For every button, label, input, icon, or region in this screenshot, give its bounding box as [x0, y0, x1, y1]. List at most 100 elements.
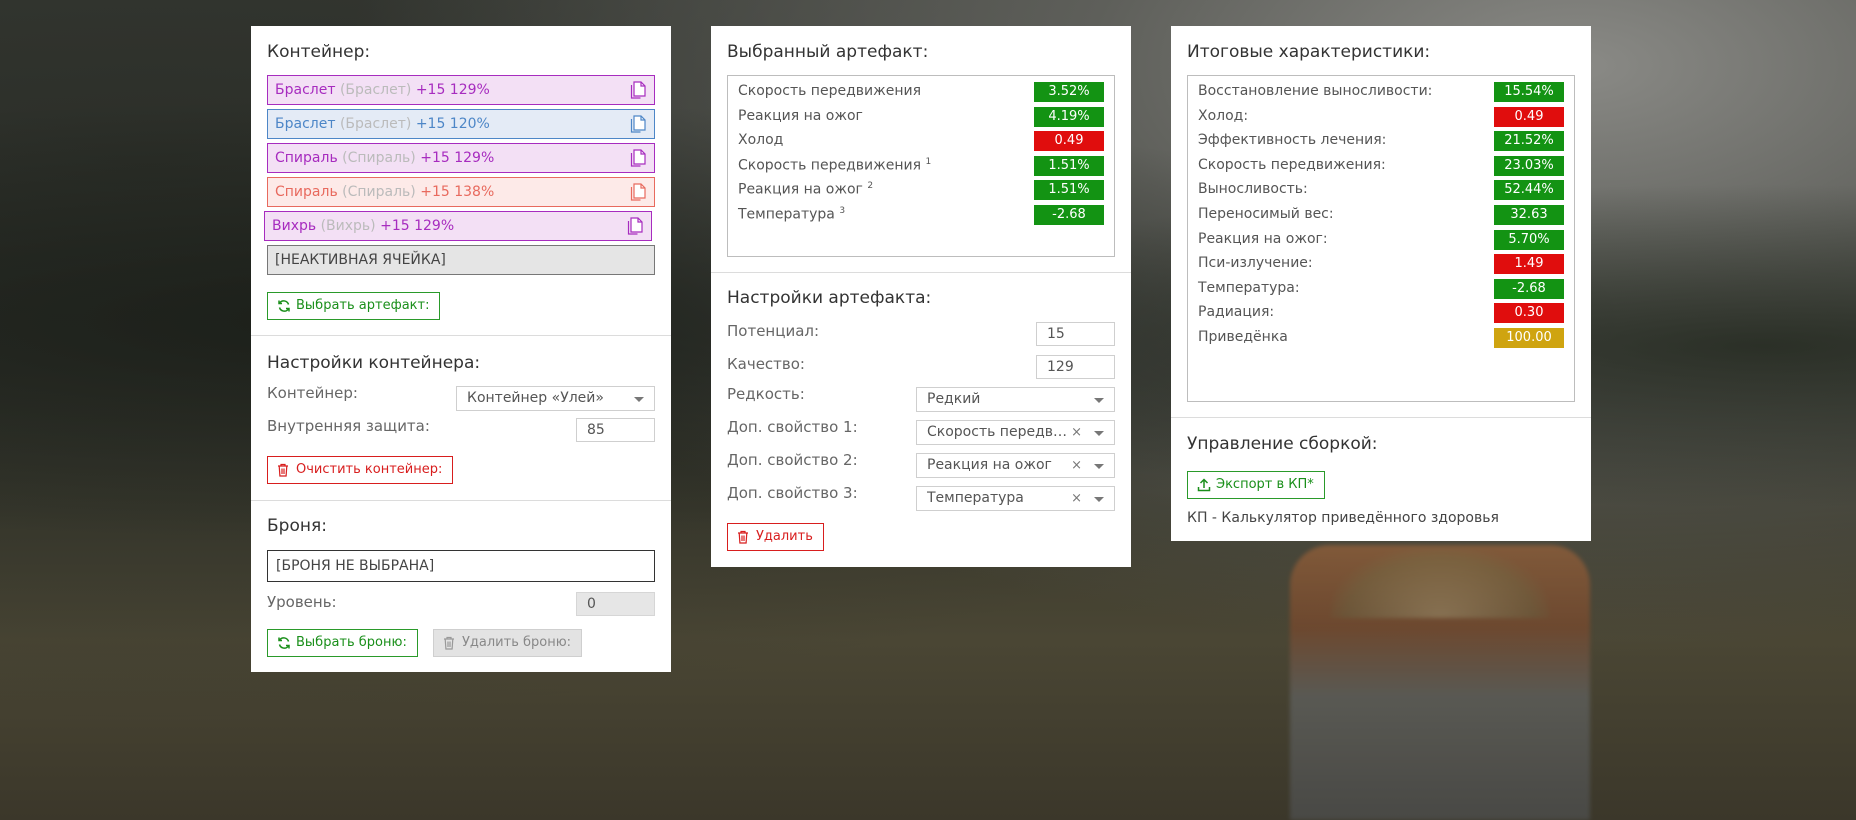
stat-row: Выносливость: 52.44%	[1198, 179, 1564, 201]
slot-stats: +15 129%	[380, 218, 455, 234]
stat-value: 3.52%	[1034, 82, 1104, 102]
selected-artifact-heading: Выбранный артефакт:	[727, 42, 929, 62]
export-button[interactable]: Экспорт в КП*	[1187, 471, 1325, 499]
clear-icon[interactable]: ×	[1071, 487, 1082, 510]
selected-artifact-stats: Скорость передвижения 3.52% Реакция на ожо…	[727, 75, 1115, 257]
extra1-select-value: Скорость передвижения	[927, 424, 1067, 440]
background-detector	[1290, 545, 1590, 820]
stat-row: Восстановление выносливости: 15.54%	[1198, 81, 1564, 103]
container-label: Контейнер:	[267, 384, 358, 402]
divider	[251, 500, 671, 501]
chevron-down-icon	[1094, 497, 1104, 502]
slot-type: (Спираль)	[342, 150, 416, 166]
extra1-select[interactable]: Скорость передвижения ×	[916, 420, 1115, 445]
stat-row: Пси-излучение: 1.49	[1198, 253, 1564, 275]
clear-container-button[interactable]: Очистить контейнер:	[267, 456, 454, 484]
stat-label: Пси-излучение:	[1198, 255, 1313, 272]
document-copy-icon[interactable]	[627, 217, 643, 235]
rarity-select[interactable]: Редкий	[916, 387, 1115, 412]
stat-label: Выносливость:	[1198, 181, 1308, 198]
armor-field[interactable]: [БРОНЯ НЕ ВЫБРАНА]	[267, 550, 655, 582]
extra3-select[interactable]: Температура ×	[916, 486, 1115, 511]
stat-value: -2.68	[1494, 278, 1564, 299]
stat-row: Скорость передвижения: 23.03%	[1198, 155, 1564, 177]
document-copy-icon[interactable]	[630, 149, 646, 167]
container-select[interactable]: Контейнер «Улей»	[456, 386, 655, 411]
slot-name: Вихрь	[272, 218, 317, 234]
select-armor-button[interactable]: Выбрать броню:	[267, 629, 418, 657]
stat-value: 23.03%	[1494, 155, 1564, 176]
stat-value: 1.49	[1494, 254, 1564, 275]
stat-row: Переносимый вес: 32.63	[1198, 204, 1564, 226]
stat-value: 1.51%	[1034, 155, 1104, 176]
divider	[251, 335, 671, 336]
artifact-settings-heading: Настройки артефакта:	[727, 288, 932, 308]
document-copy-icon[interactable]	[630, 183, 646, 201]
remove-armor-button[interactable]: Удалить броню:	[433, 629, 583, 657]
slot-stats: +15 120%	[415, 116, 490, 132]
stat-label: Радиация:	[1198, 304, 1275, 321]
artifact-slot[interactable]: Браслет (Браслет) +15 129%	[267, 75, 655, 105]
quality-input[interactable]: 129	[1036, 355, 1115, 379]
export-label: Экспорт в КП*	[1216, 477, 1314, 492]
slot-name: Спираль	[275, 150, 338, 166]
select-artifact-label: Выбрать артефакт:	[296, 298, 430, 313]
trash-icon	[738, 530, 748, 544]
stat-label: Приведёнка	[1198, 329, 1288, 345]
artifact-slot[interactable]: Спираль (Спираль) +15 129%	[267, 143, 655, 173]
container-panel: Контейнер: Браслет (Браслет) +15 129% Бра…	[251, 26, 671, 672]
clear-icon[interactable]: ×	[1071, 421, 1082, 444]
stat-row: Холод: 0.49	[1198, 106, 1564, 128]
extra2-select[interactable]: Реакция на ожог ×	[916, 453, 1115, 478]
stat-footnote: 3	[839, 206, 846, 216]
document-copy-icon[interactable]	[630, 115, 646, 133]
rarity-select-value: Редкий	[927, 391, 981, 407]
stat-value: 5.70%	[1494, 229, 1564, 250]
artifact-slot[interactable]: Спираль (Спираль) +15 138%	[267, 177, 655, 207]
potential-input[interactable]: 15	[1036, 322, 1115, 346]
stat-label: Эффективность лечения:	[1198, 132, 1387, 149]
clear-container-label: Очистить контейнер:	[296, 462, 443, 477]
stat-footnote: 1	[925, 156, 932, 167]
chevron-down-icon	[1094, 398, 1104, 403]
stat-label: Реакция на ожог	[738, 107, 863, 124]
remove-armor-label: Удалить броню:	[462, 635, 572, 650]
stat-value: 100.00	[1494, 328, 1564, 348]
container-settings-heading: Настройки контейнера:	[267, 353, 481, 373]
armor-level-input[interactable]: 0	[576, 592, 655, 616]
divider	[1171, 417, 1591, 418]
artifact-slot[interactable]: Браслет (Браслет) +15 120%	[267, 109, 655, 139]
protection-label: Внутренняя защита:	[267, 417, 430, 435]
trash-icon	[444, 636, 454, 650]
build-heading: Управление сборкой:	[1187, 434, 1378, 454]
stat-row: Радиация: 0.30	[1198, 302, 1564, 324]
artifact-slot[interactable]: Вихрь (Вихрь) +15 129%	[264, 211, 652, 241]
delete-artifact-label: Удалить	[756, 529, 813, 544]
slot-type: (Браслет)	[339, 116, 412, 132]
stat-label: Температура	[738, 206, 835, 223]
stat-value: 0.30	[1494, 303, 1564, 324]
armor-level-label: Уровень:	[267, 593, 337, 611]
rarity-label: Редкость:	[727, 385, 805, 403]
stat-row: Эффективность лечения: 21.52%	[1198, 130, 1564, 152]
extra2-select-value: Реакция на ожог	[927, 457, 1052, 473]
select-artifact-button[interactable]: Выбрать артефакт:	[267, 292, 441, 320]
slot-name: Спираль	[275, 184, 338, 200]
armor-heading: Броня:	[267, 516, 327, 536]
trash-icon	[278, 463, 288, 477]
protection-input[interactable]: 85	[576, 418, 655, 442]
stat-row: Реакция на ожог 2 1.51%	[738, 179, 1104, 201]
build-note: КП - Калькулятор приведённого здоровья	[1187, 510, 1499, 526]
clear-icon[interactable]: ×	[1071, 454, 1082, 477]
document-copy-icon[interactable]	[630, 81, 646, 99]
stat-row: Приведёнка 100.00	[1198, 327, 1564, 349]
refresh-icon	[278, 637, 290, 649]
stat-label: Холод:	[1198, 107, 1249, 124]
stat-row: Температура: -2.68	[1198, 278, 1564, 300]
delete-artifact-button[interactable]: Удалить	[727, 523, 824, 551]
extra2-label: Доп. свойство 2:	[727, 451, 858, 469]
chevron-down-icon	[1094, 464, 1104, 469]
inactive-slot: [НЕАКТИВНАЯ ЯЧЕЙКА]	[267, 245, 655, 275]
totals-heading: Итоговые характеристики:	[1187, 42, 1431, 62]
stat-row: Реакция на ожог 4.19%	[738, 106, 1104, 128]
